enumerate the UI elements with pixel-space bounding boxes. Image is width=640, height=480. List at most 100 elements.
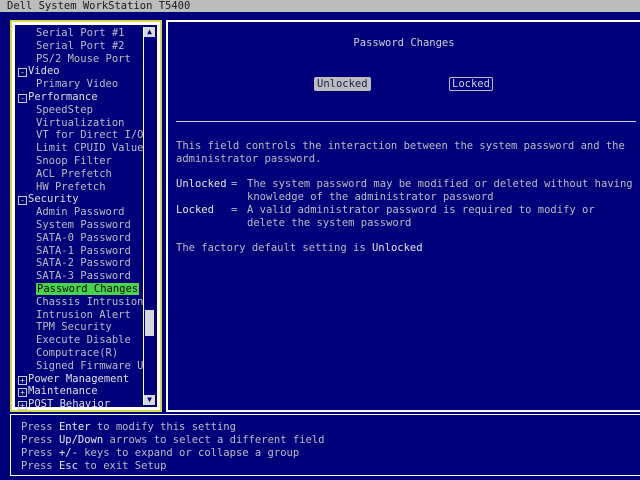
tree-item[interactable]: Password Changes [17,282,145,296]
tree-group-label: Video [28,65,60,78]
help-key: +/- [58,447,78,459]
tree-group-label: Security [28,193,79,206]
window-title: Dell System WorkStation T5400 [7,0,191,12]
tree-item-label: Password Changes [36,282,140,295]
definition-term: Unlocked [176,178,227,190]
tree-item[interactable]: Serial Port #2 [17,40,145,53]
tree-item-label: Snoop Filter [36,154,112,167]
help-press: Press [21,460,53,472]
tree-item[interactable]: Admin Password [17,206,145,219]
setting-description: This field controls the interaction betw… [176,140,625,165]
tree-item-label: SATA-1 Password [36,244,131,257]
help-line: Press +/- keys to expand or collapse a g… [21,447,299,460]
divider [176,121,636,122]
tree-item-label: Serial Port #2 [36,39,125,52]
tree-item[interactable]: Execute Disable [17,334,145,347]
settings-tree-panel: Serial Port #1 Serial Port #2 PS/2 Mouse P… [10,20,162,412]
setting-title: Password Changes [353,37,455,49]
tree-item-label: Admin Password [36,206,125,219]
expand-icon[interactable]: + [18,388,27,398]
help-key: Up/Down [58,434,104,446]
tree-group-label: Power Management [28,372,130,385]
tree-item[interactable]: SATA-2 Password [17,257,145,270]
tree-group-label: POST Behavior [28,398,111,411]
tree-item[interactable]: SATA-0 Password [17,232,145,245]
tree-item[interactable]: System Password [17,219,145,232]
tree-group[interactable]: + POST Behavior [17,398,145,411]
tree-item-label: Execute Disable [36,334,131,347]
tree-item[interactable]: Virtualization [17,117,145,130]
scroll-down-arrow-icon[interactable]: ▼ [144,395,155,405]
tree-group[interactable]: - Performance [17,91,145,104]
tree-item[interactable]: HW Prefetch [17,181,145,194]
help-line: Press Esc to exit Setup [21,460,166,473]
tree-item[interactable]: Snoop Filter [17,155,145,168]
help-line: Press Enter to modify this setting [21,421,236,434]
tree-item-label: Intrusion Alert [36,308,131,321]
definition-equals: = [231,204,238,216]
setting-detail-panel: Password Changes Unlocked Locked This fi… [166,20,640,412]
definition-equals: = [231,178,238,190]
tree-item-label: Primary Video [36,78,119,91]
help-text: to modify this setting [96,421,236,433]
help-text: arrows to select a different field [109,434,325,446]
tree-item[interactable]: Serial Port #1 [17,27,145,40]
tree-item[interactable]: Intrusion Alert [17,309,145,322]
tree-group[interactable]: + Power Management [17,373,145,386]
collapse-icon[interactable]: - [18,68,27,78]
tree-item-label: HW Prefetch [36,180,106,193]
tree-item[interactable]: TPM Security [17,321,145,334]
tree-item-label: System Password [36,218,131,231]
collapse-icon[interactable]: - [18,196,27,206]
help-line: Press Up/Down arrows to select a differe… [21,434,324,447]
tree-item-label: VT for Direct I/O [36,129,144,142]
tree-item[interactable]: PS/2 Mouse Port [17,53,145,66]
scroll-up-arrow-icon[interactable]: ▲ [144,27,155,37]
tree-item-label: Limit CPUID Value [36,142,144,155]
tree-item[interactable]: Primary Video [17,78,145,91]
tree-item[interactable]: Computrace(R) [17,347,145,360]
tree-group[interactable]: - Video [17,65,145,78]
tree-scrollbar[interactable]: ▲ ▼ [143,27,155,405]
tree-item[interactable]: Limit CPUID Value [17,142,145,155]
tree-item[interactable]: SATA-3 Password [17,270,145,283]
factory-default: The factory default setting is Unlocked [176,242,423,255]
tree-item-label: PS/2 Mouse Port [36,52,131,65]
tree-item-label: TPM Security [36,321,112,334]
settings-tree-frame: Serial Port #1 Serial Port #2 PS/2 Mouse P… [14,24,158,411]
help-bar: Press Enter to modify this setting Press… [10,414,640,476]
tree-item-label: Computrace(R) [36,346,119,359]
help-key: Enter [58,421,91,433]
help-press: Press [21,434,53,446]
tree-item[interactable]: Signed Firmware U [17,360,145,373]
tree-item-label: Virtualization [36,116,125,129]
expand-icon[interactable]: + [18,401,27,411]
tree-item[interactable]: Chassis Intrusion [17,296,145,309]
help-press: Press [21,447,53,459]
tree-item[interactable]: ACL Prefetch [17,168,145,181]
tree-group[interactable]: - Security [17,193,145,206]
help-key: Esc [58,460,78,472]
tree-item-label: SATA-2 Password [36,257,131,270]
tree-group[interactable]: + Maintenance [17,385,145,398]
help-text: keys to expand or collapse a group [84,447,300,459]
tree-item[interactable]: VT for Direct I/O [17,129,145,142]
settings-tree: Serial Port #1 Serial Port #2 PS/2 Mouse P… [17,27,145,411]
factory-default-value: Unlocked [371,242,423,254]
collapse-icon[interactable]: - [18,93,27,103]
title-bar: Dell System WorkStation T5400 [0,0,640,12]
tree-item[interactable]: SpeedStep [17,104,145,117]
option-locked[interactable]: Locked [449,77,493,91]
scrollbar-thumb[interactable] [145,310,154,336]
definition-term: Locked [176,204,214,216]
tree-item-label: SpeedStep [36,103,93,116]
tree-item[interactable]: SATA-1 Password [17,245,145,258]
definition-text: A valid administrator password is requir… [247,204,595,229]
tree-item-label: Signed Firmware U [36,359,144,372]
tree-item-label: SATA-0 Password [36,231,131,244]
definition-text: The system password may be modified or d… [247,178,633,203]
factory-default-prefix: The factory default setting is [176,242,366,254]
tree-group-label: Maintenance [28,385,98,398]
expand-icon[interactable]: + [18,375,27,385]
option-unlocked[interactable]: Unlocked [314,77,371,91]
